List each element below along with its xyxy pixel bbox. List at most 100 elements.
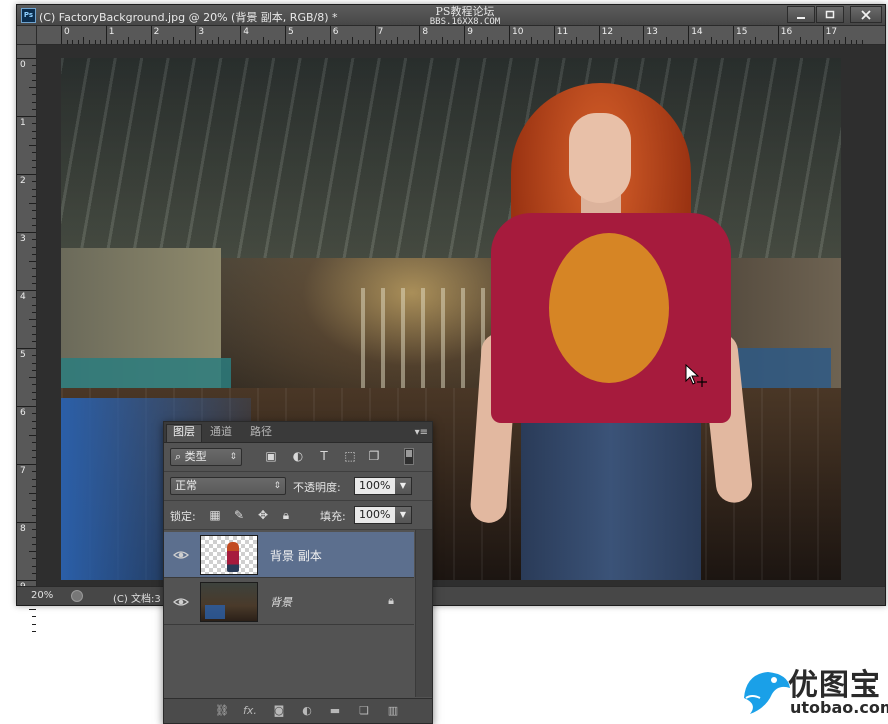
ruler-minor-tick [380,40,382,44]
ruler-label: 0 [64,27,70,37]
new-layer-icon[interactable]: ❏ [356,703,372,719]
ruler-tick [329,26,331,44]
ruler-minor-tick [335,40,337,44]
ruler-minor-tick [32,239,36,241]
ruler-minor-tick [32,166,36,168]
bird-logo-icon [744,672,790,714]
ruler-minor-tick [32,420,36,422]
eye-icon[interactable] [172,546,190,564]
panel-menu-icon[interactable]: ▾≡ [415,427,428,438]
ruler-minor-tick [313,40,314,44]
ruler-minor-tick [609,40,611,44]
ruler-minor-tick [139,40,141,44]
layer-row-background-copy[interactable]: 背景 副本 [164,532,414,578]
layer-name[interactable]: 背景 [270,594,292,610]
type-filter-icon[interactable]: T [316,448,332,464]
ruler-minor-tick [682,40,684,44]
tab-channels[interactable]: 通道 [204,425,238,442]
ruler-minor-tick [565,40,566,44]
ruler-minor-tick [503,40,505,44]
ruler-minor-tick [234,40,236,44]
layer-row-background[interactable]: 背景 🔒︎ [164,579,414,625]
fx-icon[interactable]: fx. [242,703,258,719]
woman-face [569,113,631,203]
ruler-minor-tick [32,616,36,618]
horizontal-ruler[interactable]: 0 1 2 3 4 5 6 7 8 9 10 11 12 13 14 15 16 17 [37,26,885,45]
eye-icon[interactable] [172,593,190,611]
document-info[interactable]: (C) 文档:3 [113,590,161,605]
vertical-ruler[interactable]: 0123456789 [17,45,37,632]
ruler-minor-tick [161,40,163,44]
lock-transparency-icon[interactable]: ▦ [208,508,222,522]
ruler-minor-tick [492,40,494,44]
dropdown-arrow-icon[interactable]: ▼ [395,478,411,494]
fill-field[interactable]: 100% ▼ [354,506,412,524]
maximize-button[interactable] [816,6,844,23]
ruler-tick [61,26,62,44]
filter-kind-label: 类型 [184,450,207,463]
ruler-origin[interactable] [17,26,37,45]
folder-icon[interactable]: ▬ [327,703,343,719]
ruler-minor-tick [32,79,36,81]
ruler-minor-tick [217,37,219,44]
ruler-tick [553,26,555,44]
ruler-minor-tick [128,37,130,44]
filter-toggle[interactable] [404,448,414,465]
ruler-minor-tick [542,40,544,44]
blend-row: 正常 ⇕ 不透明度: 100% ▼ [164,472,432,501]
close-button[interactable] [850,6,882,23]
ruler-minor-tick [32,224,36,226]
ruler-minor-tick [178,40,180,44]
link-icon[interactable]: ⛓ [214,703,230,719]
layer-name[interactable]: 背景 副本 [270,547,322,564]
ruler-tick [374,26,376,44]
dropdown-arrow-icon[interactable]: ▼ [395,507,411,523]
ruler-minor-tick [32,427,36,429]
status-info-icon[interactable] [71,590,83,602]
adjustment-filter-icon[interactable]: ◐ [290,448,306,464]
ruler-minor-tick [850,40,852,44]
opacity-field[interactable]: 100% ▼ [354,477,412,495]
ruler-minor-tick [570,40,572,44]
ruler-label: 15 [736,27,748,37]
adjustment-icon[interactable]: ◐ [299,703,315,719]
ruler-label: 12 [601,27,614,37]
lock-all-icon[interactable]: 🔒︎ [279,508,293,522]
title-bar[interactable]: Ps (C) FactoryBackground.jpg @ 20% (背景 副… [17,5,885,27]
fill-label: 填充: [320,510,346,523]
ruler-minor-tick [699,40,701,44]
filter-kind-select[interactable]: ⌕ 类型 ⇕ [170,448,242,466]
ruler-minor-tick [430,40,432,44]
minimize-button[interactable] [787,6,815,23]
trash-icon[interactable]: ▥ [385,703,401,719]
photoshop-app-icon: Ps [21,8,36,23]
ruler-tick [464,26,466,44]
smartobject-filter-icon[interactable]: ❐ [366,448,382,464]
ruler-minor-tick [363,40,365,44]
ruler-minor-tick [581,40,583,44]
lock-position-icon[interactable]: ✥ [256,508,270,522]
lock-pixels-icon[interactable]: ✎ [232,508,246,522]
ruler-minor-tick [32,565,36,567]
ruler-minor-tick [32,101,36,103]
ruler-minor-tick [32,65,36,67]
layers-scrollbar[interactable] [415,530,432,697]
move-cursor-icon [685,364,707,387]
ruler-minor-tick [817,40,818,44]
ruler-minor-tick [369,40,370,44]
tab-paths[interactable]: 路径 [244,425,278,442]
zoom-level[interactable]: 20% [31,590,53,601]
ruler-minor-tick [671,40,673,44]
ruler-minor-tick [660,40,662,44]
tab-layers[interactable]: 图层 [166,424,202,442]
ruler-minor-tick [89,40,90,44]
ruler-minor-tick [32,355,36,357]
mask-icon[interactable]: ◙ [271,703,287,719]
ruler-tick [17,580,36,581]
ruler-minor-tick [32,384,36,386]
blend-mode-select[interactable]: 正常 ⇕ [170,477,286,495]
ruler-tick [17,406,36,407]
image-filter-icon[interactable]: ▣ [263,448,279,464]
shape-filter-icon[interactable]: ⬚ [342,448,358,464]
ruler-minor-tick [173,37,174,44]
